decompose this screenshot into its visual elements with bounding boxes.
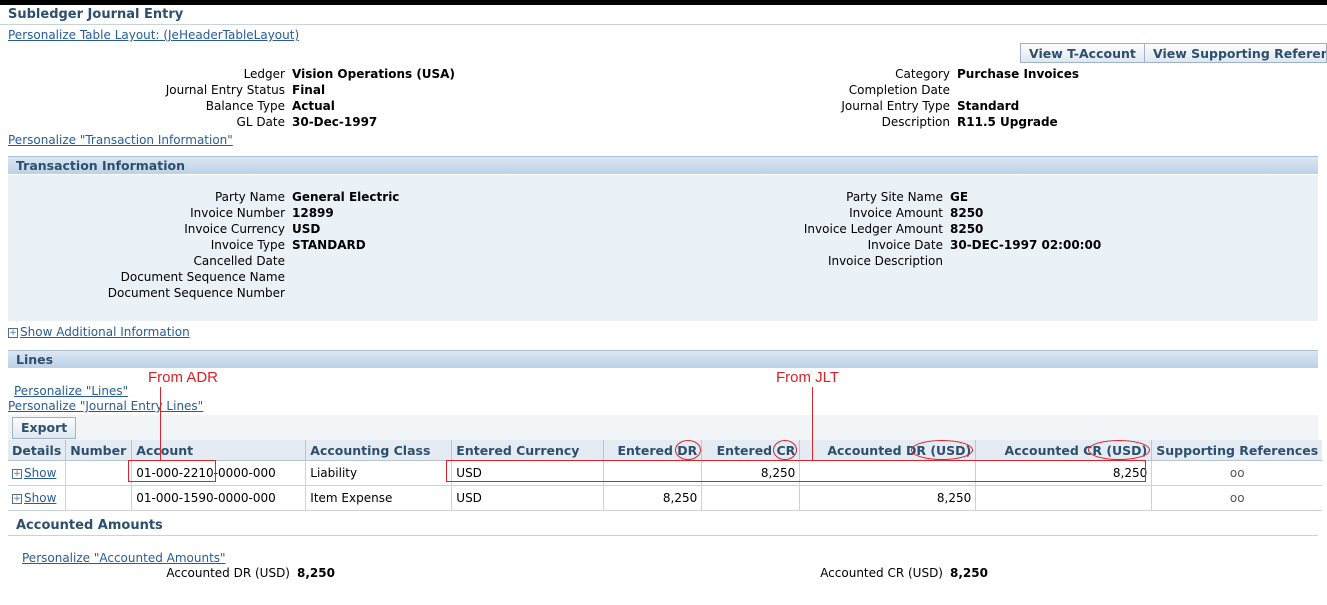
entered-dr-cell: 8,250	[603, 485, 702, 511]
col-details: Details	[8, 440, 66, 461]
expand-plus-icon: +	[12, 493, 22, 504]
invoice-type-label: Invoice Type	[210, 238, 285, 252]
gl-date-value: 30-Dec-1997	[292, 115, 378, 129]
accounted-dr-label: Accounted DR (USD)	[166, 566, 290, 580]
transaction-information-header: Transaction Information	[8, 156, 1318, 174]
personalize-journal-entry-lines-link[interactable]: Personalize "Journal Entry Lines"	[8, 399, 203, 413]
document-sequence-name-label: Document Sequence Name	[120, 270, 285, 284]
accounted-cr-value: 8,250	[950, 566, 988, 580]
entered-cr-cell	[701, 485, 800, 511]
journal-entry-status-value: Final	[292, 83, 326, 97]
details-cell[interactable]: + Show	[8, 485, 66, 511]
party-site-name-value: GE	[950, 190, 969, 204]
col-entered-currency: Entered Currency	[451, 440, 604, 461]
col-supporting-references: Supporting References	[1151, 440, 1323, 461]
annotation-accounted-cr-oval	[1088, 440, 1150, 460]
number-cell	[65, 460, 132, 486]
description-value: R11.5 Upgrade	[957, 115, 1058, 129]
lines-toolbar	[8, 415, 1318, 440]
invoice-ledger-amount-label: Invoice Ledger Amount	[803, 222, 943, 236]
annotation-jlt-box	[446, 460, 1146, 482]
accounted-amounts-title: Accounted Amounts	[16, 518, 163, 533]
entered-currency-cell: USD	[451, 485, 604, 511]
page-title: Subledger Journal Entry	[8, 7, 184, 22]
expand-plus-icon: +	[8, 327, 18, 338]
personalize-lines-link[interactable]: Personalize "Lines"	[14, 384, 128, 398]
table-row: + Show 01-000-1590-0000-000 Item Expense …	[8, 485, 1323, 511]
party-site-name-label: Party Site Name	[846, 190, 943, 204]
invoice-amount-label: Invoice Amount	[849, 206, 943, 220]
expand-plus-icon: +	[12, 468, 22, 479]
col-account: Account	[131, 440, 306, 461]
invoice-number-value: 12899	[292, 206, 334, 220]
col-number: Number	[65, 440, 132, 461]
accounted-dr-value: 8,250	[297, 566, 335, 580]
journal-entry-type-label: Journal Entry Type	[841, 99, 950, 113]
invoice-currency-value: USD	[292, 222, 321, 236]
invoice-type-value: STANDARD	[292, 238, 366, 252]
party-name-value: General Electric	[292, 190, 400, 204]
title-divider	[0, 24, 1327, 25]
accounted-cr-cell	[975, 485, 1152, 511]
export-button[interactable]: Export	[12, 417, 77, 439]
invoice-amount-value: 8250	[950, 206, 984, 220]
accounted-dr-cell: 8,250	[799, 485, 976, 511]
show-details-link[interactable]: Show	[24, 466, 56, 480]
ledger-value: Vision Operations (USA)	[292, 67, 455, 81]
annotation-accounted-dr-oval	[911, 440, 973, 460]
invoice-ledger-amount-value: 8250	[950, 222, 984, 236]
journal-entry-status-label: Journal Entry Status	[165, 83, 285, 97]
annotation-entered-cr-oval	[773, 440, 797, 460]
show-details-link[interactable]: Show	[24, 491, 56, 505]
journal-entry-type-value: Standard	[957, 99, 1020, 113]
view-supporting-references-button[interactable]: View Supporting References	[1144, 43, 1327, 63]
annotation-from-adr: From ADR	[148, 369, 219, 386]
invoice-currency-label: Invoice Currency	[184, 222, 285, 236]
accounting-class-cell: Liability	[305, 460, 452, 486]
annotation-jlt-connector	[812, 387, 813, 461]
accounting-class-cell: Item Expense	[305, 485, 452, 511]
show-additional-information[interactable]: + Show Additional Information	[8, 325, 190, 339]
annotation-adr-box	[128, 460, 216, 482]
category-value: Purchase Invoices	[957, 67, 1080, 81]
completion-date-label: Completion Date	[848, 83, 950, 97]
glasses-icon[interactable]: oo	[1151, 485, 1323, 511]
balance-type-value: Actual	[292, 99, 335, 113]
top-bar	[0, 0, 1327, 5]
show-additional-information-link[interactable]: Show Additional Information	[20, 325, 190, 339]
glasses-icon[interactable]: oo	[1151, 460, 1323, 486]
personalize-accounted-amounts-link[interactable]: Personalize "Accounted Amounts"	[22, 551, 226, 565]
accounted-cr-label: Accounted CR (USD)	[820, 566, 943, 580]
balance-type-label: Balance Type	[205, 99, 285, 113]
invoice-description-label: Invoice Description	[827, 254, 943, 268]
party-name-label: Party Name	[214, 190, 285, 204]
category-label: Category	[895, 67, 950, 81]
document-sequence-number-label: Document Sequence Number	[107, 286, 285, 300]
cancelled-date-label: Cancelled Date	[193, 254, 285, 268]
invoice-number-label: Invoice Number	[190, 206, 285, 220]
invoice-date-label: Invoice Date	[867, 238, 943, 252]
col-accounting-class: Accounting Class	[305, 440, 452, 461]
gl-date-label: GL Date	[236, 115, 285, 129]
accounted-amounts-divider	[8, 535, 1318, 536]
account-cell: 01-000-1590-0000-000	[131, 485, 306, 511]
annotation-adr-connector	[160, 387, 161, 461]
lines-header: Lines	[8, 350, 1318, 368]
details-cell[interactable]: + Show	[8, 460, 66, 486]
number-cell	[65, 485, 132, 511]
ledger-label: Ledger	[243, 67, 285, 81]
description-label: Description	[881, 115, 950, 129]
personalize-table-layout-link[interactable]: Personalize Table Layout: (JeHeaderTable…	[8, 28, 299, 42]
personalize-transaction-link[interactable]: Personalize "Transaction Information"	[8, 133, 233, 147]
invoice-date-value: 30-DEC-1997 02:00:00	[950, 238, 1102, 252]
annotation-from-jlt: From JLT	[776, 369, 840, 386]
annotation-entered-dr-oval	[675, 440, 701, 460]
view-t-account-button[interactable]: View T-Account	[1020, 43, 1145, 63]
